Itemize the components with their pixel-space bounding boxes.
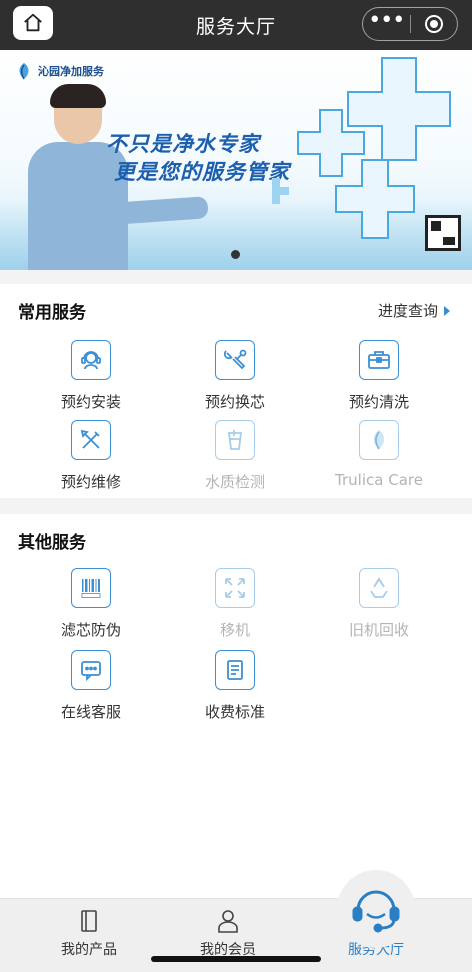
- barcode-icon: [71, 568, 111, 608]
- target-close-icon: [424, 15, 443, 33]
- service-trulica-care[interactable]: Trulica Care: [307, 420, 451, 489]
- common-services-section: 常用服务 进度查询 预约安装 预约换芯 预约清洗 预约维修 水质检测 Truli…: [0, 284, 472, 498]
- service-label: 收费标准: [204, 703, 265, 721]
- toolbox-icon: [359, 340, 399, 380]
- page-title: 服务大厅: [195, 15, 276, 38]
- more-button[interactable]: •••: [363, 8, 410, 40]
- close-button[interactable]: [410, 8, 457, 40]
- home-button[interactable]: [13, 6, 53, 40]
- other-services-section: 其他服务 滤芯防伪 移机 旧机回收 在线客服 收费标准: [0, 514, 472, 898]
- document-icon: [215, 650, 255, 690]
- service-cleaning[interactable]: 预约清洗: [307, 340, 451, 412]
- service-label: 在线客服: [60, 703, 121, 721]
- service-label: 滤芯防伪: [60, 621, 121, 639]
- chat-icon: [71, 650, 111, 690]
- water-cup-icon: [215, 420, 255, 460]
- progress-query-label: 进度查询: [377, 302, 438, 320]
- brand-leaf-icon: [19, 63, 29, 80]
- section-title: 其他服务: [18, 533, 86, 553]
- tools-icon: [71, 420, 111, 460]
- brand-name: 沁园净加服务: [38, 65, 104, 78]
- service-install[interactable]: 预约安装: [19, 340, 163, 412]
- mini-program-capsule: •••: [362, 7, 458, 41]
- service-water-test[interactable]: 水质检测: [163, 420, 307, 492]
- triangle-right-icon: [444, 305, 450, 316]
- service-headset-icon: [352, 890, 400, 933]
- service-label: 预约清洗: [348, 393, 409, 411]
- more-dots-icon: •••: [368, 8, 405, 33]
- tab-my-products[interactable]: 我的产品: [19, 899, 159, 972]
- service-label: 预约换芯: [204, 393, 265, 411]
- top-nav-bar: 服务大厅 •••: [0, 0, 472, 50]
- service-filter-anticounterfeit[interactable]: 滤芯防伪: [19, 568, 163, 640]
- slogan-line-2: 更是您的服务管家: [114, 160, 290, 184]
- service-pricing[interactable]: 收费标准: [163, 650, 307, 722]
- section-title: 常用服务: [18, 303, 86, 323]
- move-arrows-icon: [215, 568, 255, 608]
- qr-code-icon: [425, 215, 461, 251]
- service-online-support[interactable]: 在线客服: [19, 650, 163, 722]
- service-label: Trulica Care: [335, 471, 423, 489]
- service-label: 预约维修: [60, 473, 121, 491]
- recycle-icon: [359, 568, 399, 608]
- service-hall-fab[interactable]: [337, 870, 415, 948]
- service-label: 水质检测: [204, 473, 265, 491]
- product-icon: [81, 910, 97, 932]
- brand-logo: 沁园净加服务: [16, 62, 104, 80]
- home-indicator: [151, 956, 321, 962]
- service-label: 移机: [219, 621, 250, 639]
- service-recycle[interactable]: 旧机回收: [307, 568, 451, 640]
- service-filter-change[interactable]: 预约换芯: [163, 340, 307, 412]
- service-relocate[interactable]: 移机: [163, 568, 307, 640]
- service-repair[interactable]: 预约维修: [19, 420, 163, 492]
- user-icon: [218, 910, 238, 933]
- tab-label: 我的产品: [61, 942, 117, 958]
- banner-slogan: 不只是净水专家 更是您的服务管家: [106, 130, 290, 186]
- promo-banner[interactable]: 沁园净加服务 不只是净水专家 更是您的服务管家: [0, 50, 472, 270]
- home-icon: [24, 13, 42, 32]
- banner-pager-dot[interactable]: [231, 250, 240, 259]
- headset-icon: [71, 340, 111, 380]
- wrench-icon: [215, 340, 255, 380]
- service-label: 旧机回收: [348, 621, 409, 639]
- trulica-leaf-icon: [359, 420, 399, 460]
- progress-query-link[interactable]: 进度查询: [378, 300, 450, 321]
- slogan-line-1: 不只是净水专家: [106, 132, 260, 156]
- service-label: 预约安装: [60, 393, 121, 411]
